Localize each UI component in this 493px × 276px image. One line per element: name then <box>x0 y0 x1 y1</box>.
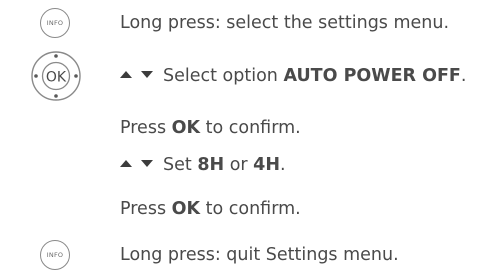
instruction-row-2: OK Select option AUTO POWER OFF. <box>0 50 493 102</box>
text-prefix: Press <box>120 199 172 219</box>
instruction-row-5: Press OK to confirm. <box>0 184 493 220</box>
arrow-down-icon <box>141 70 153 78</box>
ok-key-name: OK <box>171 199 201 219</box>
text-suffix: . <box>280 155 286 175</box>
instruction-row-4: Set 8H or 4H. <box>0 142 493 178</box>
up-down-arrows-icon <box>120 154 153 176</box>
arrow-down-icon <box>141 159 153 167</box>
instruction-text-2: Select option AUTO POWER OFF. <box>120 65 466 87</box>
instruction-text-3: Press OK to confirm. <box>120 117 301 139</box>
text-suffix: to confirm. <box>200 118 301 138</box>
instruction-text-5: Press OK to confirm. <box>120 198 301 220</box>
instruction-text-4: Set 8H or 4H. <box>120 154 286 176</box>
arrow-up-icon <box>120 159 132 167</box>
ok-key-name: OK <box>171 118 201 138</box>
info-button-label: INFO <box>46 251 64 259</box>
instruction-text: Long press: quit Settings menu. <box>120 245 399 265</box>
info-button-icon: INFO <box>40 8 70 38</box>
ok-navigation-pad-icon: OK <box>31 51 81 101</box>
arrow-up-icon <box>120 70 132 78</box>
instruction-text-6: Long press: quit Settings menu. <box>120 244 399 266</box>
info-button-icon: INFO <box>40 240 70 270</box>
text-suffix: to confirm. <box>200 199 301 219</box>
option-4h: 4H <box>253 155 280 175</box>
text-prefix: Press <box>120 118 172 138</box>
instruction-row-3: Press OK to confirm. <box>0 103 493 139</box>
instruction-text: Long press: select the settings menu. <box>120 13 450 33</box>
text-suffix: . <box>460 66 467 86</box>
instruction-row-1: INFO Long press: select the settings men… <box>0 0 493 44</box>
instruction-text-1: Long press: select the settings menu. <box>120 12 449 34</box>
text-prefix: Select option <box>163 66 284 86</box>
option-name: AUTO POWER OFF <box>283 66 461 86</box>
text-prefix: Set <box>163 155 198 175</box>
instruction-row-6: INFO Long press: quit Settings menu. <box>0 232 493 276</box>
text-middle: or <box>224 155 254 175</box>
option-8h: 8H <box>197 155 225 175</box>
ok-pad-label: OK <box>46 70 67 86</box>
info-button-label: INFO <box>46 19 64 27</box>
up-down-arrows-icon <box>120 65 153 87</box>
